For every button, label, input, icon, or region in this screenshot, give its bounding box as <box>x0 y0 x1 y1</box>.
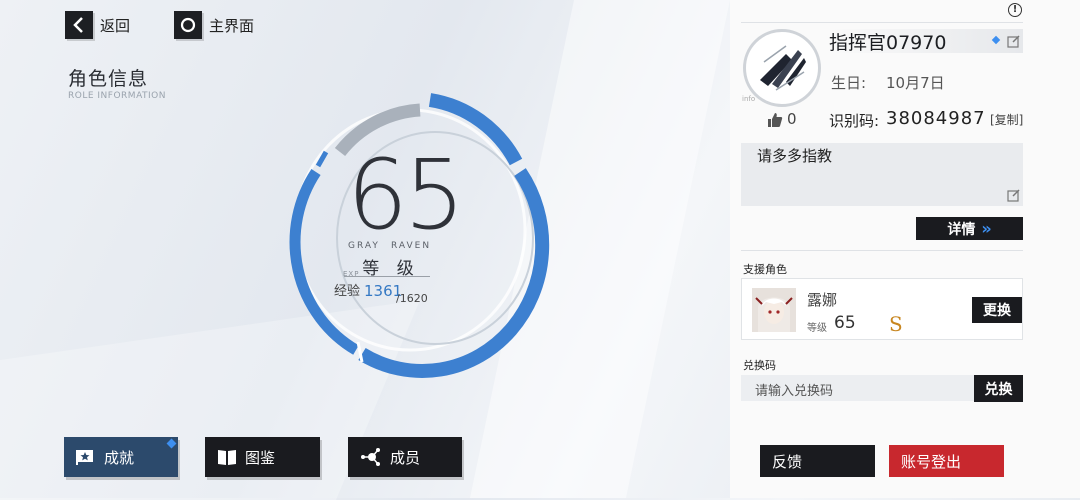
birthday-value: 10月7日 <box>886 74 945 92</box>
double-chevron-right-icon: » <box>981 219 992 238</box>
likes-count: 0 <box>787 110 797 128</box>
back-button[interactable]: 返回 <box>65 10 130 40</box>
redeem-section-label: 兑换码 <box>743 359 776 372</box>
members-button[interactable]: 成员 <box>348 437 462 477</box>
uid-label: 识别码: <box>829 112 880 130</box>
emblem-icon <box>749 35 815 101</box>
birthday-label: 生日: <box>831 74 867 92</box>
edit-name-icon[interactable] <box>1007 33 1021 52</box>
feedback-label: 反馈 <box>772 452 803 471</box>
avatar-caption: info <box>742 95 756 103</box>
signature-text: 请多多指教 <box>757 147 833 165</box>
character-portrait <box>752 288 796 332</box>
uid-value: 38084987 <box>886 108 986 129</box>
codex-label: 图鉴 <box>245 448 276 467</box>
details-button[interactable]: 详情 » <box>916 217 1023 240</box>
logout-button[interactable]: 账号登出 <box>889 445 1004 477</box>
home-label: 主界面 <box>209 16 255 35</box>
redeem-button[interactable]: 兑换 <box>974 375 1023 402</box>
home-button[interactable]: 主界面 <box>174 10 254 40</box>
redeem-button-label: 兑换 <box>984 381 1013 398</box>
page-title: 角色信息 <box>68 68 149 90</box>
copy-uid-button[interactable]: [复制] <box>990 111 1023 128</box>
redeem-placeholder: 请输入兑换码 <box>755 384 834 399</box>
info-icon[interactable]: ! <box>1008 3 1022 17</box>
raven-label: RAVEN <box>391 241 432 251</box>
change-support-button[interactable]: 更换 <box>972 297 1022 323</box>
codex-button[interactable]: 图鉴 <box>205 437 320 477</box>
achievements-button[interactable]: 成就 <box>64 437 178 477</box>
exp-label: 经验 <box>334 284 361 299</box>
home-circle-icon <box>174 11 202 39</box>
level-value: 65 <box>346 139 465 251</box>
change-label: 更换 <box>983 303 1011 319</box>
exp-divider <box>344 276 430 277</box>
gray-label: GRAY <box>348 241 380 251</box>
details-label: 详情 <box>947 221 976 238</box>
divider <box>741 250 1023 251</box>
book-icon <box>217 448 237 466</box>
divider <box>741 22 1023 23</box>
rank-badge: S <box>889 312 903 336</box>
logout-label: 账号登出 <box>901 452 962 471</box>
page-subtitle: ROLE INFORMATION <box>68 91 166 101</box>
edit-signature-icon[interactable] <box>1007 187 1021 206</box>
thumbs-up-icon[interactable] <box>767 112 783 132</box>
back-label: 返回 <box>100 16 131 35</box>
support-section-label: 支援角色 <box>743 263 787 276</box>
support-level-label: 等级 <box>807 323 827 334</box>
player-name: 指挥官07970 <box>829 32 947 54</box>
chevron-left-icon <box>65 11 93 39</box>
exp-max: /1620 <box>396 292 428 305</box>
flag-star-icon <box>76 448 96 466</box>
support-level-value: 65 <box>834 313 856 333</box>
achievements-label: 成就 <box>104 448 135 467</box>
support-char-name: 露娜 <box>807 291 838 309</box>
network-nodes-icon <box>360 447 382 467</box>
feedback-button[interactable]: 反馈 <box>760 445 875 477</box>
members-label: 成员 <box>390 448 421 467</box>
